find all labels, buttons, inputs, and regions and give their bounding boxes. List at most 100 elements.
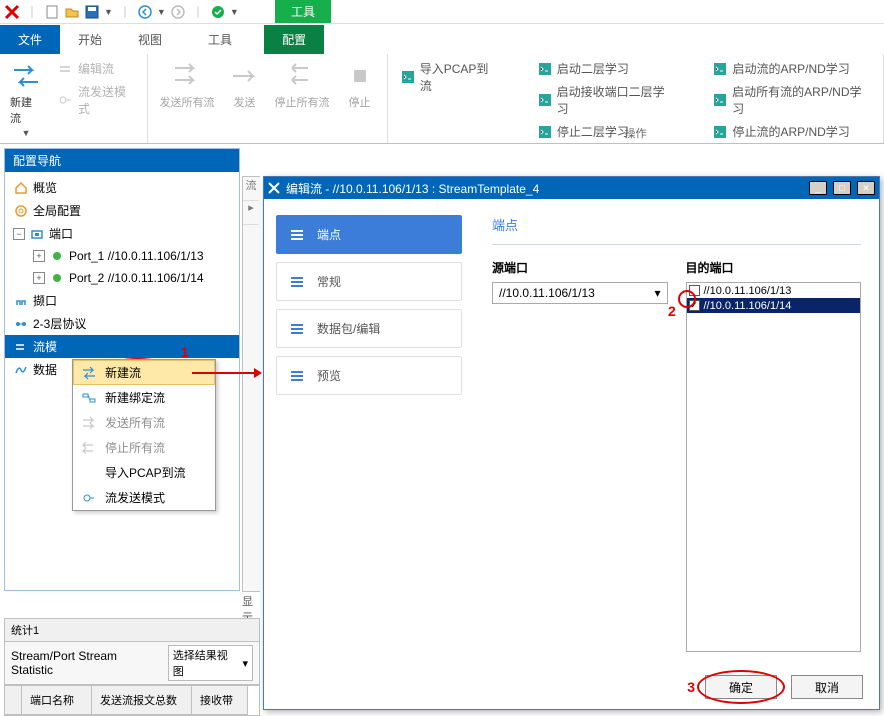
- new-icon[interactable]: [44, 4, 60, 20]
- tab-config[interactable]: 配置: [264, 25, 324, 54]
- send-button[interactable]: 发送: [227, 58, 263, 112]
- ctx-import-pcap[interactable]: 导入PCAP到流: [73, 460, 215, 485]
- chevron-down-icon: ▾: [654, 286, 660, 300]
- expand-icon[interactable]: +: [33, 272, 45, 284]
- dialog-titlebar[interactable]: 编辑流 - //10.0.11.106/1/13 : StreamTemplat…: [264, 177, 879, 199]
- side-preview[interactable]: 预览: [276, 356, 462, 395]
- side-endpoint[interactable]: 端点: [276, 215, 462, 254]
- maximize-button[interactable]: □: [833, 181, 851, 195]
- stop-all-icon: [81, 440, 97, 456]
- dst-port-item-1[interactable]: //10.0.11.106/1/13: [687, 283, 861, 298]
- nav-tree: 概览 全局配置 − 端口 + Port_1 //10.0.11.106/1/13…: [5, 172, 239, 385]
- ctx-new-bind[interactable]: 新建绑定流: [73, 385, 215, 410]
- dst-port-list[interactable]: //10.0.11.106/1/13 ✓ //10.0.11.106/1/14: [686, 282, 862, 652]
- protocol-icon: [13, 316, 29, 332]
- dropdown-chevron-icon[interactable]: ▼: [104, 7, 113, 17]
- tree-port2[interactable]: + Port_2 //10.0.11.106/1/14: [5, 267, 239, 289]
- tree-l23[interactable]: 2-3层协议: [5, 312, 239, 335]
- edit-flow-button[interactable]: 编辑流: [54, 58, 139, 79]
- stats-title: 统计1: [5, 619, 259, 642]
- close-button[interactable]: ✕: [857, 181, 875, 195]
- flow-icon: [13, 339, 29, 355]
- tree-port1[interactable]: + Port_1 //10.0.11.106/1/13: [5, 245, 239, 267]
- tree-global[interactable]: 全局配置: [5, 199, 239, 222]
- ribbon: 新建流 ▼ 编辑流 流发送模式 发送所有流: [0, 54, 884, 144]
- stats-panel: 统计1 Stream/Port Stream Statistic 选择结果视图▾…: [4, 618, 260, 716]
- ribbon-group-title: 操作: [388, 125, 883, 141]
- start-arp-all-button[interactable]: 启动所有流的ARP/ND学习: [708, 81, 875, 119]
- send-mode-icon: [58, 92, 74, 108]
- save-icon[interactable]: [84, 4, 100, 20]
- status-ok-icon[interactable]: [210, 4, 226, 20]
- terminal-icon: [712, 92, 728, 108]
- stats-view-dropdown[interactable]: 选择结果视图▾: [168, 645, 253, 681]
- send-icon: [229, 60, 261, 92]
- import-icon: [81, 465, 97, 481]
- panel-header: 配置导航: [5, 149, 239, 172]
- tree-flow-template[interactable]: 流模: [5, 335, 239, 358]
- tab-file[interactable]: 文件: [0, 25, 60, 54]
- flow-send-mode-button[interactable]: 流发送模式: [54, 81, 139, 119]
- annotation-2-circle: [678, 290, 696, 308]
- flow-arrows-icon: [81, 365, 97, 381]
- minimize-button[interactable]: _: [809, 181, 827, 195]
- menu-icon: [291, 371, 305, 381]
- tab-start[interactable]: 开始: [60, 25, 120, 54]
- dialog-section-title: 端点: [492, 215, 861, 234]
- divider: [492, 244, 861, 245]
- stop-button[interactable]: 停止: [342, 58, 378, 112]
- quick-access-toolbar: ▼ ▼ ▼: [0, 0, 884, 24]
- capture-icon: [13, 293, 29, 309]
- dialog-sidebar: 端点 常规 数据包/编辑 预览: [264, 199, 474, 659]
- tree-overview[interactable]: 概览: [5, 176, 239, 199]
- stats-th-rx: 接收带: [192, 686, 248, 715]
- send-mode-icon: [81, 490, 97, 506]
- send-all-button[interactable]: 发送所有流: [158, 58, 217, 112]
- flow-arrows-icon: [10, 60, 42, 92]
- stop-all-button[interactable]: 停止所有流: [273, 58, 332, 112]
- new-flow-button[interactable]: 新建流 ▼: [8, 58, 44, 140]
- ctx-stop-all[interactable]: 停止所有流: [73, 435, 215, 460]
- import-pcap-button[interactable]: 导入PCAP到流: [396, 58, 503, 96]
- forward-icon[interactable]: [170, 4, 186, 20]
- dst-port-item-2[interactable]: ✓ //10.0.11.106/1/14: [687, 298, 861, 313]
- src-port-dropdown[interactable]: //10.0.11.106/1/13 ▾: [492, 282, 668, 304]
- app-icon: [4, 4, 20, 20]
- dropdown-chevron-icon[interactable]: ▼: [230, 7, 239, 17]
- menu-icon: [291, 324, 305, 334]
- stop-icon: [344, 60, 376, 92]
- annotation-2: 2: [668, 303, 676, 319]
- status-green-icon: [49, 248, 65, 264]
- stats-tab[interactable]: Stream/Port Stream Statistic: [11, 649, 162, 677]
- context-menu: 新建流 新建绑定流 发送所有流 停止所有流 导入PCAP到流 流发送模式: [72, 359, 216, 511]
- start-arp-flow-button[interactable]: 启动流的ARP/ND学习: [708, 58, 875, 79]
- start-rx-l2-button[interactable]: 启动接收端口二层学习: [533, 81, 679, 119]
- start-l2-button[interactable]: 启动二层学习: [533, 58, 679, 79]
- tab-view[interactable]: 视图: [120, 25, 180, 54]
- back-icon[interactable]: [137, 4, 153, 20]
- terminal-icon: [537, 92, 553, 108]
- cancel-button[interactable]: 取消: [791, 675, 863, 699]
- divider: [190, 4, 206, 20]
- dialog-x-icon: [268, 182, 280, 194]
- ctx-flow-send-mode[interactable]: 流发送模式: [73, 485, 215, 510]
- side-general[interactable]: 常规: [276, 262, 462, 301]
- tree-ports[interactable]: − 端口: [5, 222, 239, 245]
- ctx-send-all[interactable]: 发送所有流: [73, 410, 215, 435]
- collapse-icon[interactable]: −: [13, 228, 25, 240]
- dropdown-chevron-icon[interactable]: ▼: [157, 7, 166, 17]
- open-icon[interactable]: [64, 4, 80, 20]
- terminal-icon: [400, 69, 416, 85]
- tree-capture[interactable]: 撷口: [5, 289, 239, 312]
- expand-icon[interactable]: +: [33, 250, 45, 262]
- dst-port-label: 目的端口: [686, 259, 862, 276]
- stats-th-port: 端口名称: [22, 686, 92, 715]
- main-tabbar: 文件 开始 视图 工具 配置: [0, 24, 884, 54]
- midbar-item[interactable]: 流: [243, 177, 259, 201]
- side-packet[interactable]: 数据包/编辑: [276, 309, 462, 348]
- stop-all-icon: [286, 60, 318, 92]
- tab-tools[interactable]: 工具: [190, 25, 250, 54]
- send-all-icon: [171, 60, 203, 92]
- midbar-chevron[interactable]: ▸: [243, 201, 259, 225]
- dialog-title: 编辑流 - //10.0.11.106/1/13 : StreamTemplat…: [286, 180, 539, 197]
